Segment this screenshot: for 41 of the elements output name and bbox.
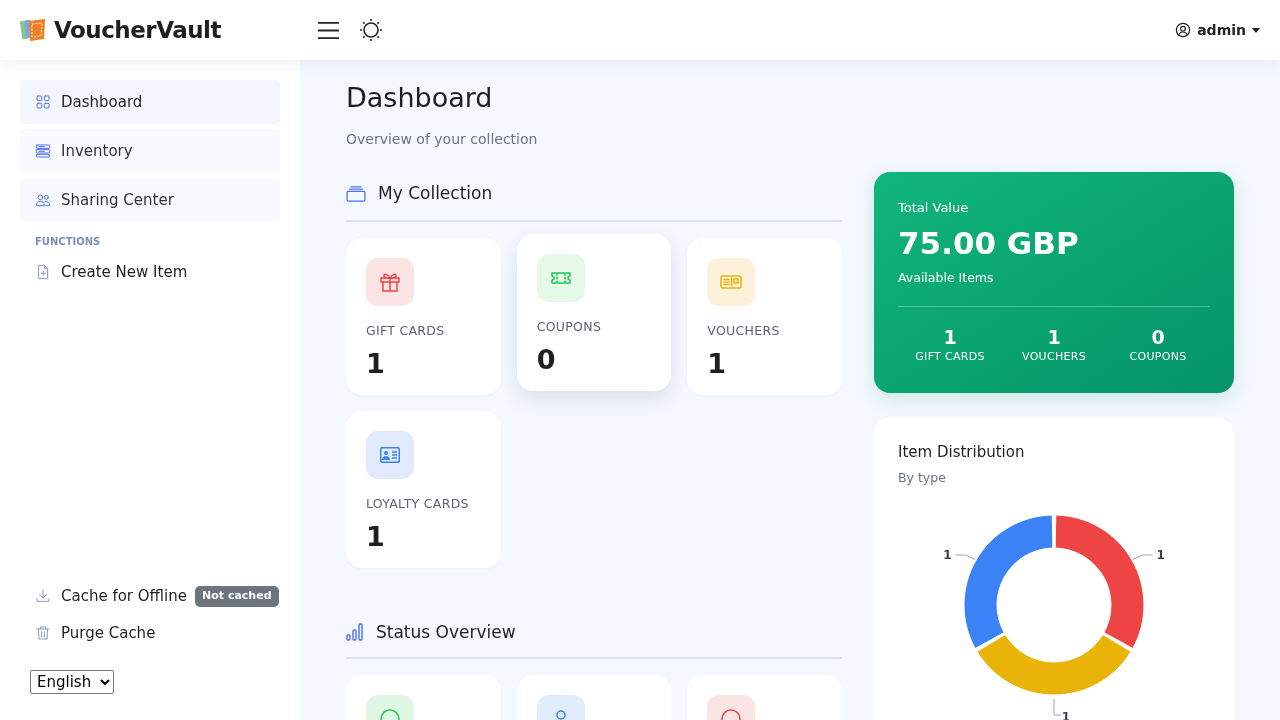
- card-title: Item Distribution: [898, 441, 1026, 463]
- user-menu[interactable]: admin: [1175, 19, 1260, 41]
- card-count: 1: [707, 347, 728, 382]
- stat-count: 0: [1151, 324, 1165, 349]
- stat-card[interactable]: COUPONS 0: [516, 233, 672, 391]
- sidebar-item[interactable]: Inventory: [20, 129, 280, 173]
- sidebar-link[interactable]: Purge Cache: [35, 621, 156, 644]
- card-subtitle: By type: [898, 469, 947, 487]
- card-count: 1: [366, 347, 386, 382]
- data-label: 1: [1156, 547, 1165, 562]
- stat-card[interactable]: LOYALTY CARDS 1: [346, 410, 501, 568]
- brand-name: VoucherVault: [54, 15, 221, 45]
- stat-card[interactable]: VOUCHERS 1: [687, 237, 842, 395]
- sidebar-item[interactable]: Dashboard: [20, 80, 280, 124]
- stat-count: 1: [943, 324, 957, 349]
- card-label: COUPONS: [536, 317, 603, 336]
- stat-label: COUPONS: [1129, 348, 1187, 365]
- card-label: GIFT CARDS: [366, 321, 446, 340]
- data-label: 1: [1061, 709, 1071, 720]
- card-label: Total Value: [898, 198, 970, 217]
- card-sublabel: Available Items: [898, 269, 995, 287]
- total-value: 75.00 GBP: [898, 224, 1080, 263]
- sidebar-link[interactable]: Create New Item: [20, 259, 280, 285]
- stat-card[interactable]: GIFT CARDS 1: [346, 237, 501, 395]
- sidebar-item[interactable]: Sharing Center: [20, 178, 280, 222]
- section-title: Status Overview: [376, 620, 516, 644]
- page-title: Dashboard: [346, 81, 494, 115]
- stat-count: 1: [1047, 324, 1061, 349]
- data-label: 1: [943, 547, 952, 562]
- card-label: VOUCHERS: [707, 321, 781, 340]
- stat-label: VOUCHERS: [1022, 348, 1086, 365]
- card-count: 1: [366, 520, 386, 555]
- card-count: 0: [536, 343, 557, 378]
- section-label: FUNCTIONS: [35, 235, 102, 249]
- language-select[interactable]: English: [30, 670, 114, 694]
- status-badge: Not cached: [195, 586, 279, 607]
- section-title: My Collection: [378, 181, 493, 205]
- sidebar-link[interactable]: Cache for Offline: [35, 585, 188, 608]
- stat-label: GIFT CARDS: [915, 348, 985, 365]
- card-label: LOYALTY CARDS: [366, 494, 470, 513]
- page-subtitle: Overview of your collection: [346, 129, 539, 149]
